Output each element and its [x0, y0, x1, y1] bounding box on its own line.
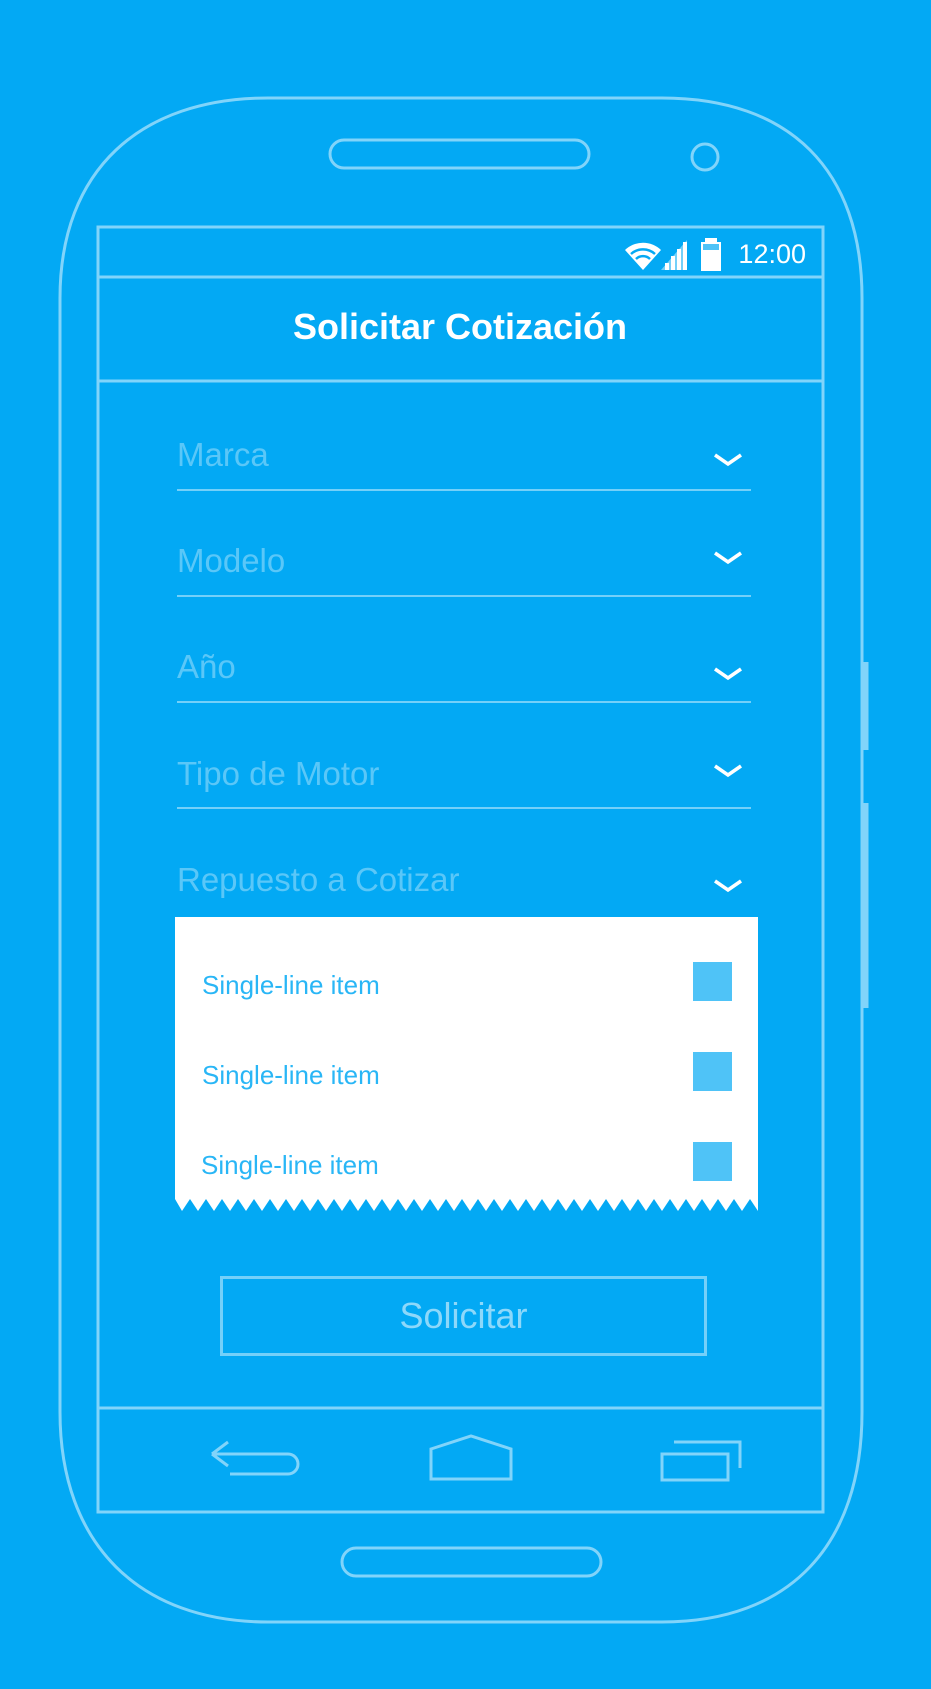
- status-time: 12:00: [738, 239, 806, 269]
- repuesto-dropdown[interactable]: Repuesto a Cotizar: [177, 852, 751, 912]
- checkbox[interactable]: [693, 1052, 732, 1091]
- front-camera: [690, 142, 720, 172]
- chevron-down-icon: [714, 551, 742, 565]
- torn-edge: [175, 1194, 758, 1211]
- chevron-down-icon: [714, 667, 742, 681]
- solicitar-button[interactable]: Solicitar: [220, 1276, 707, 1356]
- field-label: Modelo: [177, 542, 286, 579]
- home-hardware-button: [340, 1546, 603, 1578]
- status-icons: [625, 238, 721, 271]
- checkbox[interactable]: [693, 1142, 732, 1181]
- home-icon[interactable]: [416, 1432, 526, 1492]
- field-underline: [177, 807, 751, 809]
- earpiece: [328, 138, 591, 170]
- chevron-down-icon: [714, 879, 742, 893]
- page-title: Solicitar Cotización: [292, 306, 628, 347]
- field-label: Repuesto a Cotizar: [177, 861, 460, 898]
- list-item-label: Single-line item: [202, 970, 380, 1000]
- field-label: Año: [177, 648, 236, 685]
- tipo-motor-dropdown[interactable]: Tipo de Motor: [177, 746, 751, 809]
- list-item[interactable]: Single-line item: [175, 954, 758, 1014]
- status-bar: 12:00: [98, 228, 822, 276]
- field-underline: [177, 489, 751, 491]
- checkbox[interactable]: [693, 962, 732, 1001]
- list-item-label: Single-line item: [202, 1060, 380, 1090]
- field-label: Marca: [177, 436, 269, 473]
- nav-bar: [98, 1410, 822, 1512]
- chevron-down-icon: [714, 764, 742, 778]
- list-item-label: Single-line item: [201, 1150, 379, 1180]
- recent-apps-icon[interactable]: [648, 1432, 758, 1492]
- marca-dropdown[interactable]: Marca: [177, 427, 751, 491]
- wifi-icon: [625, 242, 661, 270]
- ano-dropdown[interactable]: Año: [177, 639, 751, 703]
- field-label: Tipo de Motor: [177, 755, 380, 792]
- list-item[interactable]: Single-line item: [175, 1044, 758, 1104]
- field-underline: [177, 595, 751, 597]
- repuesto-options-list: Single-line item Single-line item Single…: [175, 917, 758, 1215]
- field-underline: [177, 701, 751, 703]
- app-bar: Solicitar Cotización: [98, 278, 822, 380]
- back-icon[interactable]: [198, 1432, 308, 1492]
- chevron-down-icon: [714, 453, 742, 467]
- battery-icon: [701, 238, 721, 271]
- list-item[interactable]: Single-line item: [175, 1134, 758, 1194]
- modelo-dropdown[interactable]: Modelo: [177, 533, 751, 597]
- signal-icon: [661, 240, 687, 270]
